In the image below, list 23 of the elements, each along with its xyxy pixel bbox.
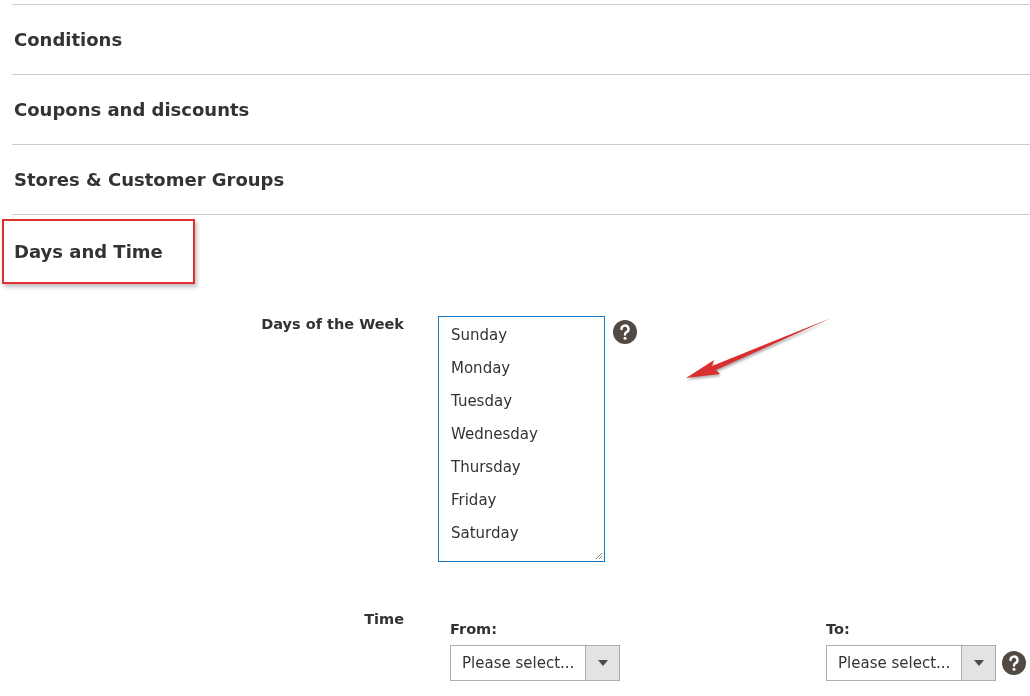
time-label: From: xyxy=(450,621,498,637)
time-select[interactable]: Please select... xyxy=(450,645,620,681)
resize-grip-icon xyxy=(595,552,603,560)
day-option[interactable]: Sunday xyxy=(451,323,604,356)
day-option[interactable]: Tuesday xyxy=(451,389,604,422)
caret-icon xyxy=(597,660,608,666)
day-option[interactable]: Monday xyxy=(451,356,604,389)
day-option[interactable]: Saturday xyxy=(451,521,604,554)
help-icon[interactable] xyxy=(1002,651,1026,675)
help-icon[interactable] xyxy=(613,320,637,344)
days-listbox[interactable]: Sunday Monday Tuesday Wednesday Thursday Friday Saturday xyxy=(438,316,605,562)
day-option[interactable]: Friday xyxy=(451,488,604,521)
day-option[interactable]: Thursday xyxy=(451,455,604,488)
section-title[interactable]: Coupons and discounts xyxy=(12,99,250,120)
section-title[interactable]: Days and Time xyxy=(2,218,195,284)
field-label: Days of the Week xyxy=(260,316,404,334)
caret-icon xyxy=(973,660,984,666)
field-label: Time xyxy=(363,611,404,629)
section-title[interactable]: Conditions xyxy=(12,29,123,50)
time-select[interactable]: Please select... xyxy=(826,645,996,681)
time-label: To: xyxy=(826,621,851,637)
section-title[interactable]: Stores & Customer Groups xyxy=(12,169,285,190)
day-option[interactable]: Wednesday xyxy=(451,422,604,455)
